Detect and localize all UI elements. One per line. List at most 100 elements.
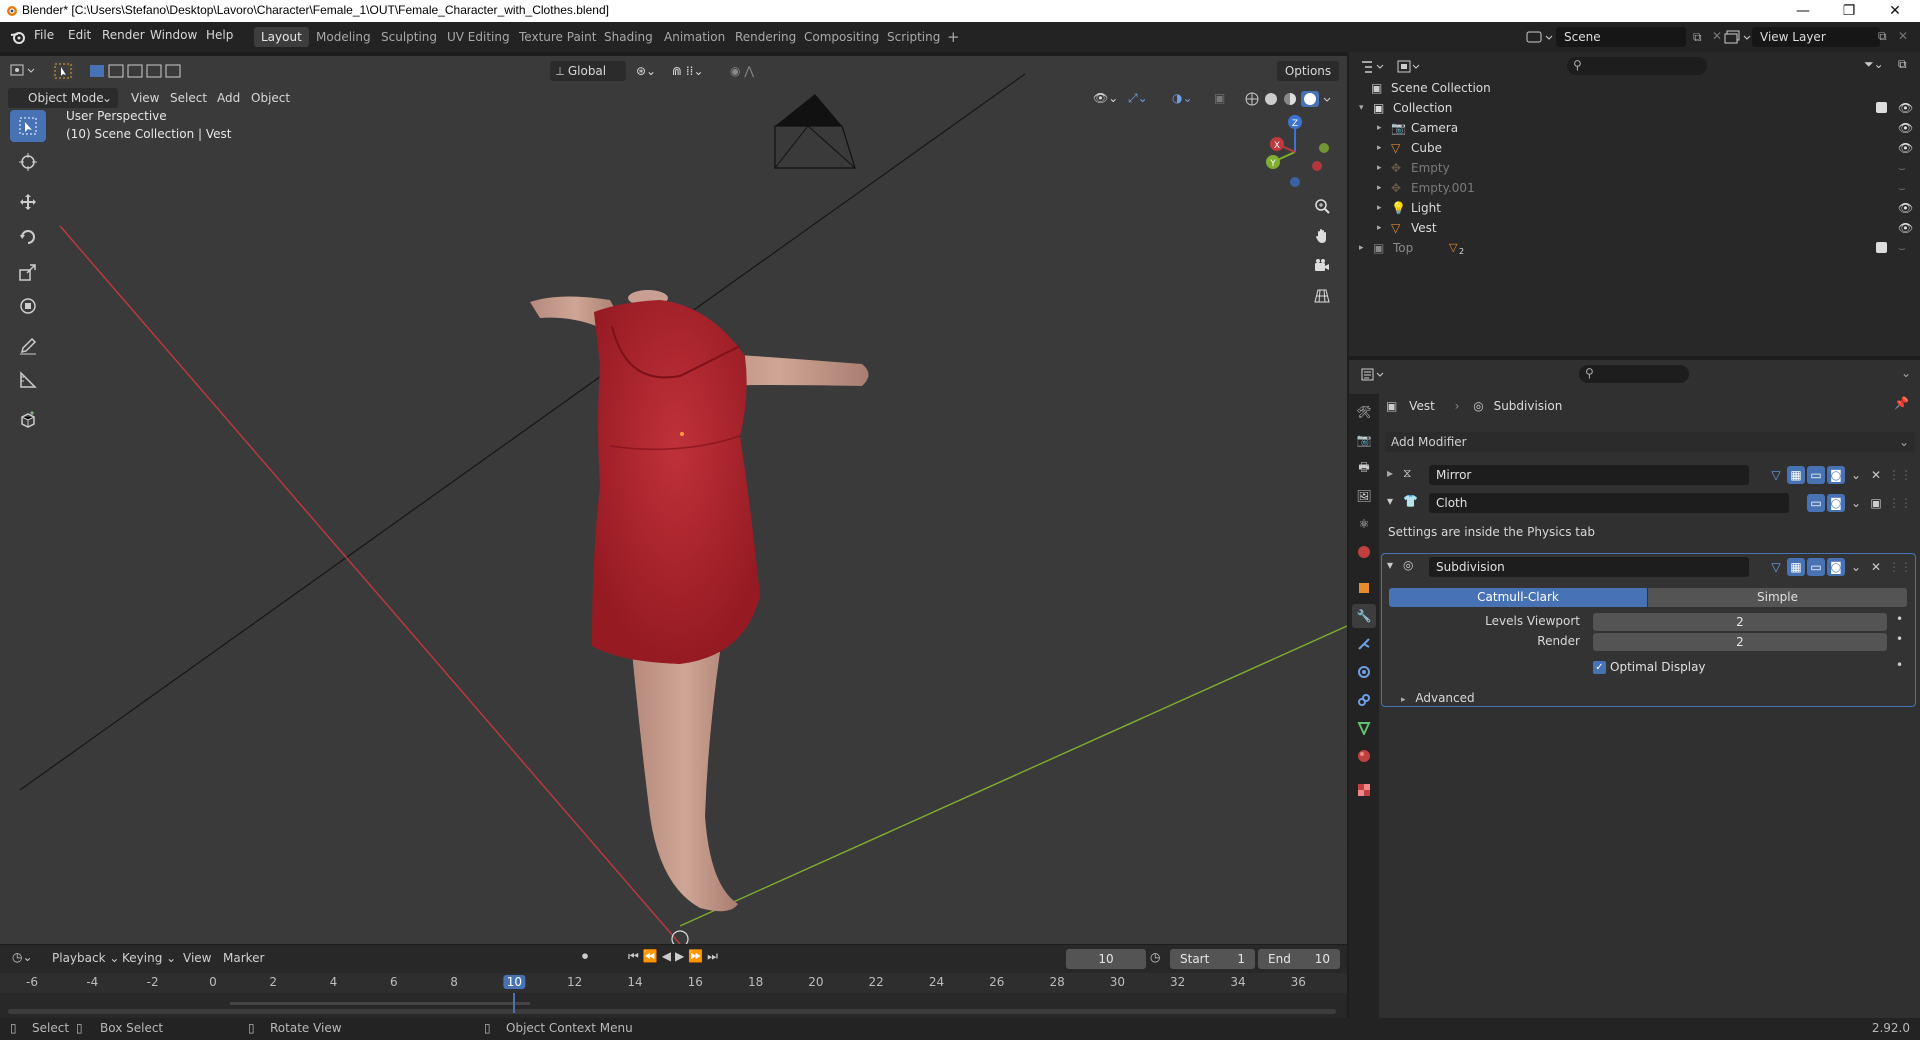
outliner-row-camera[interactable]: ▸ 📷 Camera 👁 (1349, 118, 1920, 138)
expand-arrow-icon[interactable]: ▸ (1377, 178, 1382, 198)
menu-render[interactable]: Render (102, 28, 145, 42)
tab-uv-editing[interactable]: UV Editing (440, 27, 517, 47)
on-cage-icon[interactable]: ▽ (1767, 466, 1785, 484)
render-levels-field[interactable]: 2 (1593, 633, 1887, 651)
outliner-row-scene-collection[interactable]: ▣ Scene Collection (1349, 78, 1920, 98)
tab-animation[interactable]: Animation (657, 27, 732, 47)
end-frame-field[interactable]: End 10 (1258, 949, 1340, 969)
tab-world[interactable] (1352, 540, 1376, 564)
properties-search-input[interactable]: ⚲ (1579, 365, 1689, 383)
render-toggle-icon[interactable]: ◙ (1827, 558, 1845, 576)
expand-arrow-icon[interactable]: ▸ (1387, 466, 1393, 480)
keyframe-dot-icon[interactable]: • (1896, 612, 1903, 626)
eye-icon[interactable]: 👁 (1898, 198, 1913, 218)
drag-handle-icon[interactable]: ⋮⋮ (1888, 494, 1912, 512)
tab-tool[interactable]: 🛠 (1352, 400, 1376, 424)
navigation-gizmo[interactable]: Z Y X (1255, 112, 1335, 192)
delete-view-layer-icon[interactable]: ✕ (1898, 29, 1908, 43)
add-cube-tool[interactable] (10, 404, 46, 436)
tab-data[interactable] (1352, 716, 1376, 740)
expand-arrow-icon[interactable]: ▸ (1377, 218, 1382, 238)
properties-editor-icon[interactable] (1361, 368, 1387, 382)
blender-menu-icon[interactable] (10, 30, 26, 44)
editor-type-icon[interactable] (10, 62, 38, 80)
ortho-grid-icon[interactable] (1308, 282, 1336, 310)
cloth-name-field[interactable]: Cloth (1429, 493, 1789, 513)
restore-button[interactable]: ❐ (1826, 0, 1872, 22)
chevron-down-icon[interactable]: ⌄ (1901, 366, 1911, 380)
add-modifier-dropdown[interactable]: Add Modifier ⌄ (1385, 432, 1915, 452)
viewport-menu-view[interactable]: View (131, 88, 159, 108)
exclude-checkbox[interactable] (1876, 102, 1887, 113)
tab-scene[interactable]: ⚛ (1352, 512, 1376, 536)
outliner-editor-icon[interactable] (1361, 60, 1387, 74)
edit-mode-icon[interactable]: ▦ (1787, 466, 1805, 484)
proportional-edit-icon[interactable]: ◉ ⋀ (730, 61, 754, 81)
tab-modifiers[interactable]: 🔧 (1352, 604, 1376, 628)
keyframe-dot-icon[interactable]: • (1896, 632, 1903, 646)
scene-icon[interactable] (1526, 29, 1554, 45)
menu-file[interactable]: File (34, 28, 54, 42)
new-scene-icon[interactable]: ⧉ (1693, 30, 1702, 45)
gizmo-toggle-icon[interactable]: ⤢⌄ (1128, 88, 1148, 108)
advanced-subpanel[interactable]: ▸ Advanced (1401, 689, 1475, 707)
expand-arrow-icon[interactable]: ▸ (1377, 198, 1382, 218)
options-dropdown[interactable]: Options (1277, 61, 1339, 81)
tab-texture[interactable] (1352, 778, 1376, 802)
rotate-tool[interactable] (10, 221, 46, 253)
visibility-icon[interactable]: 👁⌄ (1093, 88, 1118, 108)
tab-output[interactable]: 🖶 (1352, 456, 1376, 480)
expand-arrow-icon[interactable]: ▸ (1377, 158, 1382, 178)
current-frame-field[interactable]: 10 (1066, 949, 1146, 969)
expand-arrow-icon[interactable]: ▸ (1377, 118, 1382, 138)
selection-modes-icon[interactable] (89, 64, 181, 78)
tab-material[interactable] (1352, 744, 1376, 768)
tab-compositing[interactable]: Compositing (797, 27, 886, 47)
levels-viewport-field[interactable]: 2 (1593, 613, 1887, 631)
tab-shading[interactable]: Shading (597, 27, 660, 47)
expand-arrow-icon[interactable]: ▸ (1359, 238, 1364, 258)
subdivision-name-field[interactable]: Subdivision (1429, 557, 1749, 577)
timeline-scrollbar[interactable] (8, 1009, 1336, 1014)
move-tool[interactable] (10, 186, 46, 218)
eye-icon[interactable]: 👁 (1898, 218, 1913, 238)
measure-tool[interactable] (10, 364, 46, 396)
pan-hand-icon[interactable] (1308, 222, 1336, 250)
tab-constraints[interactable] (1352, 688, 1376, 712)
collapse-arrow-icon[interactable]: ▾ (1387, 494, 1393, 508)
outliner-row-light[interactable]: ▸ 💡 Light 👁 (1349, 198, 1920, 218)
timeline-menu-keying[interactable]: Keying ⌄ (122, 951, 176, 965)
delete-scene-icon[interactable]: ✕ (1712, 29, 1722, 43)
outliner-row-empty[interactable]: ▸ ✥ Empty ⌣ (1349, 158, 1920, 178)
start-frame-field[interactable]: Start 1 (1170, 949, 1255, 969)
object-mode-dropdown[interactable]: Object Mode ⌄ (8, 88, 118, 108)
timeline-menu-playback[interactable]: Playback ⌄ (52, 951, 119, 965)
viewport-menu-add[interactable]: Add (217, 88, 240, 108)
mirror-name-field[interactable]: Mirror (1429, 465, 1749, 485)
optimal-display-checkbox[interactable]: ✓ (1593, 661, 1606, 674)
modifier-menu-icon[interactable]: ⌄ (1847, 558, 1865, 576)
menu-window[interactable]: Window (150, 28, 197, 42)
view-layer-icon[interactable] (1724, 29, 1752, 45)
modifier-menu-icon[interactable]: ⌄ (1847, 494, 1865, 512)
drag-handle-icon[interactable]: ⋮⋮ (1888, 466, 1912, 484)
cursor-tool[interactable] (10, 146, 46, 178)
xray-icon[interactable]: ▣ (1214, 88, 1225, 108)
tab-rendering[interactable]: Rendering (728, 27, 803, 47)
realtime-icon[interactable]: ▭ (1807, 466, 1825, 484)
realtime-icon[interactable]: ▭ (1807, 494, 1825, 512)
add-workspace-icon[interactable]: + (940, 27, 967, 47)
snap-icon[interactable]: ⋒ ⁞⁞⌄ (672, 61, 704, 81)
menu-help[interactable]: Help (206, 28, 233, 42)
select-box-tool[interactable] (10, 110, 46, 142)
record-icon[interactable]: ⏺ (582, 949, 588, 964)
tab-texture-paint[interactable]: Texture Paint (512, 27, 603, 47)
remove-modifier-icon[interactable]: ✕ (1867, 466, 1885, 484)
zoom-icon[interactable] (1308, 192, 1336, 220)
playback-controls-icon[interactable]: ⏮⏪◀▶⏩⏭ (628, 949, 722, 964)
tab-object[interactable] (1352, 576, 1376, 600)
eye-icon[interactable]: 👁 (1898, 138, 1913, 158)
eye-icon[interactable]: 👁 (1898, 118, 1913, 138)
tab-particles[interactable] (1352, 632, 1376, 656)
overlays-icon[interactable]: ◑⌄ (1172, 88, 1193, 108)
